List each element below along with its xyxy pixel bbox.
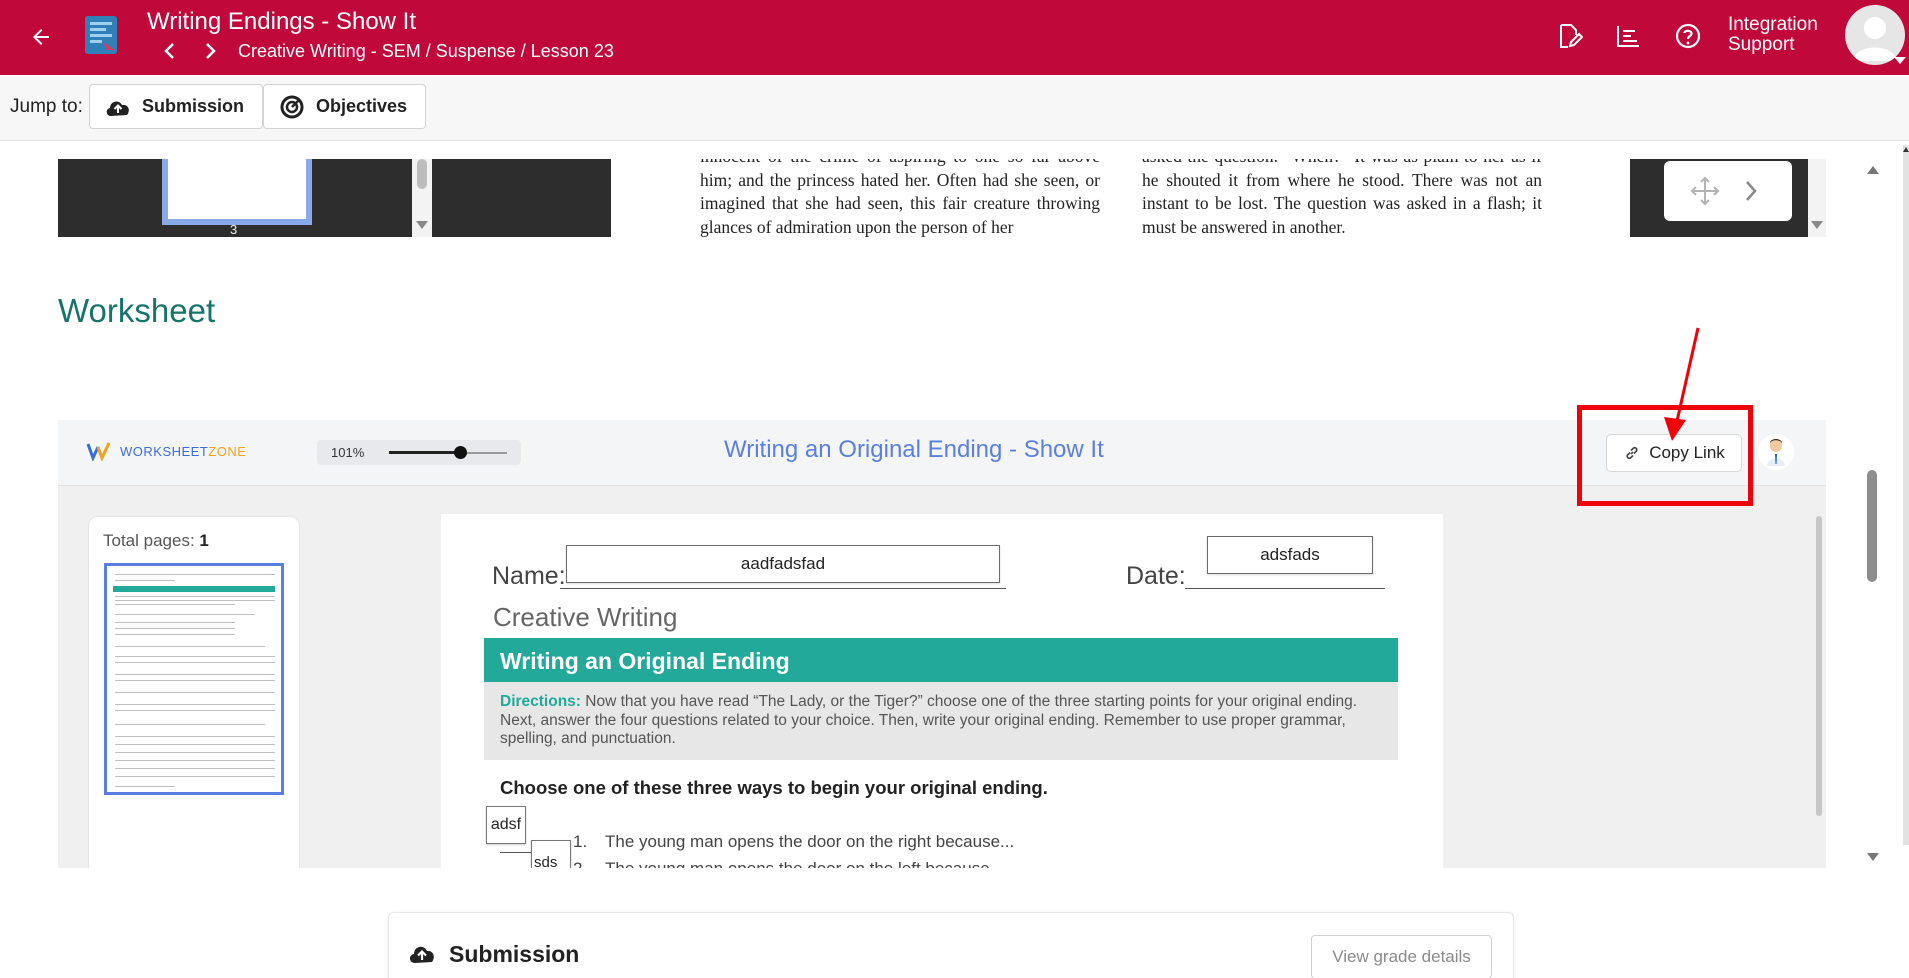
user-name[interactable]: Integration Support <box>1728 15 1838 55</box>
reader-right-column: asked the question. “When?” It was as pl… <box>1142 159 1542 237</box>
reader-left-column: innocent of the crime of aspiring to one… <box>700 159 1100 237</box>
top-bar: Writing Endings - Show It Creative Writi… <box>0 0 1909 75</box>
reader-thumbnail-pane: 3 <box>58 159 611 237</box>
link-icon <box>1623 444 1641 462</box>
page-thumbnails-panel: Total pages: 1 <box>88 516 300 868</box>
breadcrumb-text[interactable]: Creative Writing - SEM / Suspense / Less… <box>238 41 614 62</box>
zoom-slider-fill <box>389 451 460 454</box>
reader-thumb-scrollbar[interactable] <box>412 159 432 237</box>
view-grade-details-button[interactable]: View grade details <box>1311 935 1492 978</box>
edit-document-icon[interactable] <box>1553 20 1585 52</box>
reader-page-thumbnail[interactable] <box>162 159 312 225</box>
worksheet-heading: Worksheet <box>58 292 216 329</box>
copy-link-button[interactable]: Copy Link <box>1606 434 1742 472</box>
scroll-down-arrow-icon[interactable] <box>1867 853 1879 861</box>
choice-stub-field[interactable]: sds afa <box>531 840 571 868</box>
jump-submission-label: Submission <box>142 96 245 116</box>
page-scrollbar-thumb[interactable] <box>1867 470 1877 582</box>
directions-label: Directions: <box>500 693 581 710</box>
directions-text: Now that you have read “The Lady, or the… <box>500 693 1357 747</box>
scroll-up-arrow-icon[interactable] <box>1867 166 1879 174</box>
jump-to-label: Jump to: <box>10 96 83 117</box>
stub-line1: sds <box>534 854 558 869</box>
worksheet-title: Writing an Original Ending - Show It <box>724 436 1104 463</box>
chevron-right-icon[interactable] <box>198 39 222 63</box>
date-label: Date: <box>1126 562 1186 590</box>
zoom-level: 101% <box>331 445 365 460</box>
reader-page-number: 3 <box>230 222 238 237</box>
cloud-upload-icon <box>409 946 434 963</box>
chevron-left-icon[interactable] <box>158 39 182 63</box>
worksheet-toolbar: WORKSHEET ZONE 101% Writing an Original E… <box>58 420 1826 486</box>
book-reader: 3 innocent of the crime of aspiring to o… <box>58 159 1826 237</box>
worksheet-page-thumbnail[interactable] <box>104 563 284 795</box>
worksheet-viewer: WORKSHEET ZONE 101% Writing an Original E… <box>58 420 1826 868</box>
choose-prompt: Choose one of these three ways to begin … <box>500 777 1048 798</box>
choice-item-2: 2.The young man opens the door on the le… <box>573 859 1004 868</box>
user-name-line1: Integration <box>1728 14 1818 35</box>
window-edge-scrollbar[interactable] <box>1903 145 1909 845</box>
choice-item-2-number: 2. <box>573 859 605 868</box>
subject-label: Creative Writing <box>493 602 678 632</box>
teacher-avatar-icon[interactable] <box>1758 434 1794 470</box>
user-name-line2: Support <box>1728 34 1795 55</box>
name-field[interactable]: aadfadsfad <box>566 545 1000 583</box>
total-pages-label: Total pages: <box>103 531 195 550</box>
choice-item-1-text: The young man opens the door on the righ… <box>605 832 1015 851</box>
worksheet-page: Name: aadfadsfad Date: adsfads Creative … <box>441 514 1443 868</box>
jump-submission-button[interactable]: Submission <box>89 84 264 129</box>
avatar-icon[interactable] <box>1845 5 1905 65</box>
choice-item-2-text: The young man opens the door on the left… <box>605 859 1004 868</box>
back-arrow-icon[interactable] <box>26 22 56 52</box>
help-icon[interactable] <box>1672 20 1704 52</box>
worksheet-band-title: Writing an Original Ending <box>484 638 1398 682</box>
chart-icon[interactable] <box>1612 20 1644 52</box>
submission-title: Submission <box>449 941 580 967</box>
choice-answer-field[interactable]: adsf <box>486 806 526 844</box>
worksheetzone-logo-icon <box>86 442 111 461</box>
app-logo-icon <box>85 16 117 54</box>
cloud-upload-icon <box>104 93 132 121</box>
breadcrumb: Creative Writing - SEM / Suspense / Less… <box>158 39 614 63</box>
total-pages: Total pages: 1 <box>103 531 209 551</box>
jump-objectives-label: Objectives <box>316 96 408 116</box>
zoom-slider-handle[interactable] <box>453 446 467 459</box>
move-icon[interactable] <box>1689 175 1721 207</box>
reader-nav-pane <box>1630 159 1826 237</box>
name-label: Name: <box>492 562 566 590</box>
copy-link-label: Copy Link <box>1649 443 1725 462</box>
worksheetzone-logo[interactable]: WORKSHEET ZONE <box>86 441 246 461</box>
page-title: Writing Endings - Show It <box>147 8 417 35</box>
choice-item-1-number: 1. <box>573 832 588 851</box>
total-pages-value: 1 <box>199 531 209 550</box>
submission-panel: Submission View grade details <box>388 912 1514 978</box>
date-field[interactable]: adsfads <box>1207 536 1373 574</box>
reader-nav-scrollbar[interactable] <box>1808 159 1826 237</box>
jump-objectives-button[interactable]: Objectives <box>263 84 427 129</box>
account-caret-icon[interactable] <box>1894 57 1906 64</box>
next-page-icon[interactable] <box>1735 175 1767 207</box>
brand-part1: WORKSHEET <box>120 443 209 459</box>
target-icon <box>278 93 306 121</box>
reader-controls <box>1664 161 1792 221</box>
jump-bar: Jump to: Submission Objectives <box>0 75 1909 141</box>
choice-item-1: 1. The young man opens the door on the ri… <box>573 832 1014 852</box>
zoom-control: 101% <box>317 440 521 465</box>
directions: Directions: Now that you have read “The … <box>484 682 1398 760</box>
brand-part2: ZONE <box>208 443 247 459</box>
worksheet-scrollbar[interactable] <box>1816 516 1822 816</box>
